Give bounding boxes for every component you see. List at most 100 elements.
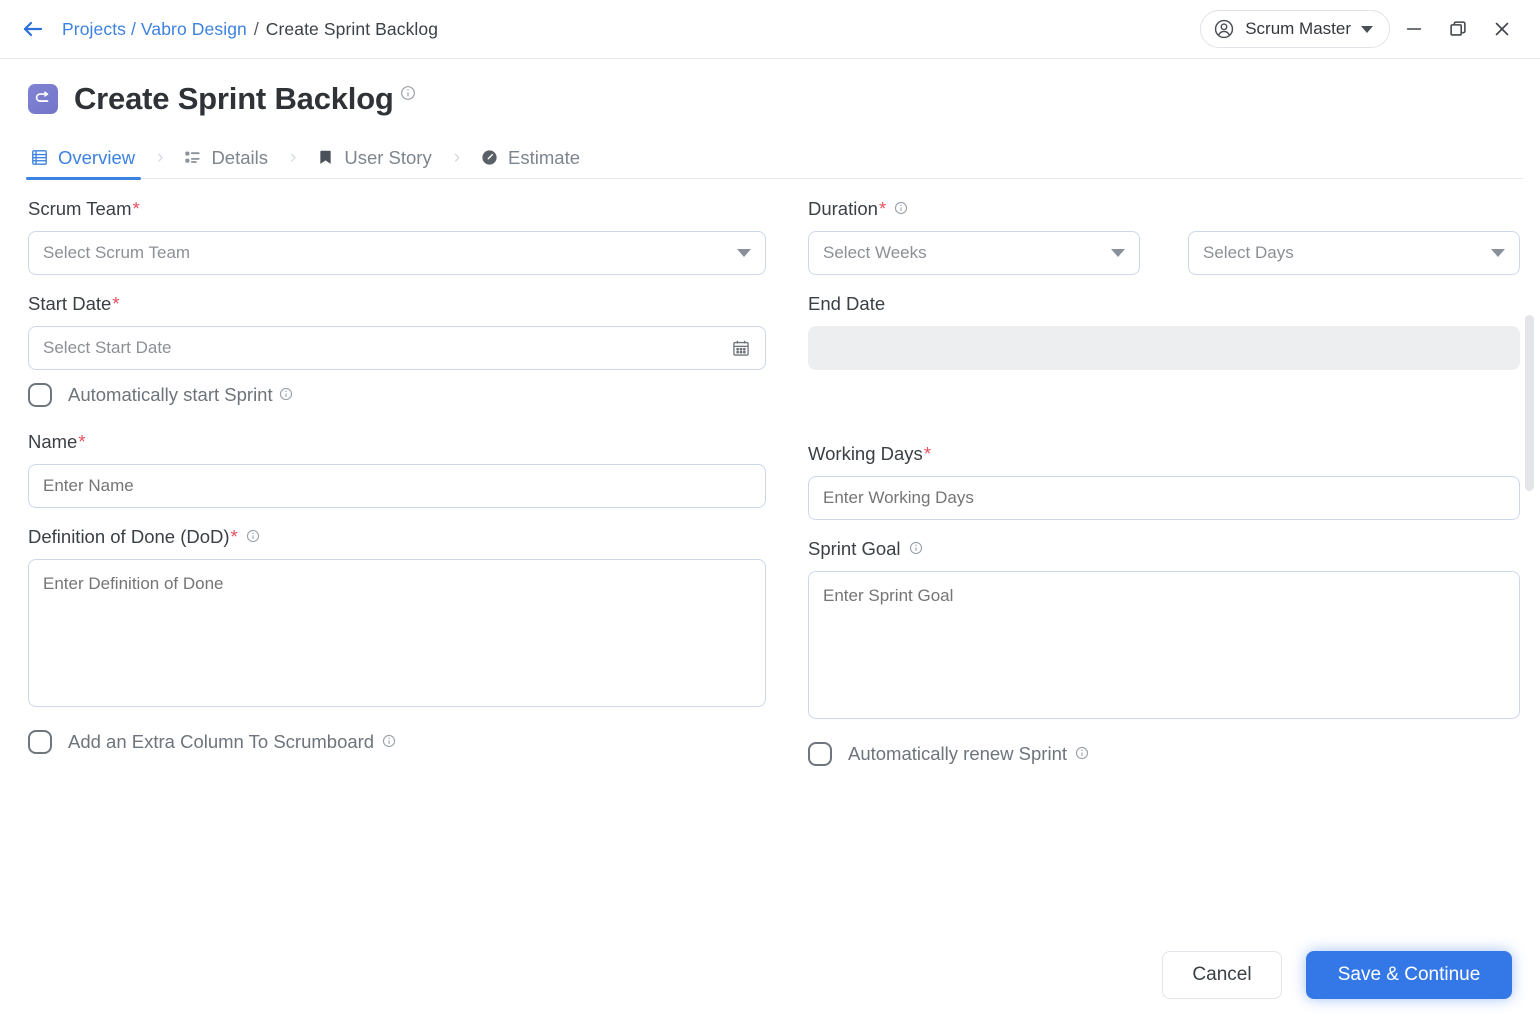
restore-icon bbox=[1450, 21, 1466, 36]
required-asterisk: * bbox=[230, 526, 238, 547]
tab-separator-3: › bbox=[453, 146, 461, 168]
end-date-input bbox=[808, 326, 1520, 370]
close-icon bbox=[1495, 22, 1509, 36]
back-button[interactable] bbox=[16, 12, 50, 46]
info-icon[interactable] bbox=[894, 198, 908, 220]
page-title: Create Sprint Backlog bbox=[74, 81, 394, 116]
breadcrumb-projects[interactable]: Projects bbox=[62, 19, 126, 39]
duration-weeks-placeholder: Select Weeks bbox=[823, 243, 927, 262]
auto-start-sprint-row: Automatically start Sprint bbox=[28, 383, 766, 407]
bookmark-icon bbox=[320, 150, 331, 164]
user-name-label: Scrum Master bbox=[1245, 19, 1351, 38]
tab-separator-1: › bbox=[157, 146, 164, 168]
create-sprint-backlog-page: Projects / Vabro Design / Create Sprint … bbox=[0, 0, 1540, 1021]
user-menu-button[interactable]: Scrum Master bbox=[1200, 10, 1390, 48]
field-name: Name * bbox=[28, 431, 766, 508]
tab-overview[interactable]: Overview bbox=[25, 137, 142, 180]
breadcrumb: Projects / Vabro Design / Create Sprint … bbox=[62, 19, 438, 40]
start-date-label: Start Date * bbox=[28, 293, 120, 314]
user-circle-icon bbox=[1215, 19, 1234, 39]
tab-user-story[interactable]: User Story bbox=[314, 137, 435, 179]
auto-start-sprint-label: Automatically start Sprint bbox=[68, 384, 293, 406]
start-date-input[interactable]: Select Start Date bbox=[28, 326, 766, 370]
details-list-icon bbox=[185, 151, 201, 163]
tab-estimate-label: Estimate bbox=[508, 146, 581, 168]
auto-renew-row: Automatically renew Sprint bbox=[808, 742, 1520, 766]
page-title-row: Create Sprint Backlog bbox=[0, 59, 1540, 117]
scrum-team-placeholder: Select Scrum Team bbox=[43, 243, 191, 262]
working-days-input[interactable] bbox=[808, 476, 1520, 520]
auto-renew-sprint-label: Automatically renew Sprint bbox=[848, 743, 1089, 765]
required-asterisk: * bbox=[132, 198, 140, 219]
breadcrumb-current: Create Sprint Backlog bbox=[265, 18, 439, 39]
form-column-right: Duration * Select Weeks Select Days End … bbox=[798, 198, 1520, 784]
tab-details[interactable]: Details bbox=[181, 137, 272, 179]
list-view-icon bbox=[32, 150, 47, 165]
duration-days-placeholder: Select Days bbox=[1203, 243, 1294, 262]
field-scrum-team: Scrum Team * Select Scrum Team bbox=[28, 198, 766, 275]
field-start-date: Start Date * Select Start Date Automatic… bbox=[28, 293, 766, 407]
duration-days-select[interactable]: Select Days bbox=[1188, 231, 1520, 275]
info-icon[interactable] bbox=[382, 731, 396, 753]
working-days-label: Working Days * bbox=[808, 443, 932, 464]
scrum-team-select[interactable]: Select Scrum Team bbox=[28, 231, 766, 275]
info-icon[interactable] bbox=[1075, 743, 1089, 765]
auto-renew-sprint-checkbox[interactable] bbox=[808, 742, 832, 766]
field-sprint-goal: Sprint Goal Automatically renew Sprint bbox=[808, 538, 1520, 766]
form-column-left: Scrum Team * Select Scrum Team Start Dat… bbox=[28, 198, 798, 784]
chevron-down-icon bbox=[737, 249, 751, 257]
info-icon[interactable] bbox=[909, 538, 923, 560]
wizard-tabs: Overview › Details › User Story › Estima… bbox=[25, 137, 1524, 180]
name-input[interactable] bbox=[28, 464, 766, 508]
dod-label: Definition of Done (DoD) * bbox=[28, 526, 766, 548]
breadcrumb-sep-1: / bbox=[130, 18, 136, 39]
extra-column-checkbox[interactable] bbox=[28, 730, 52, 754]
tab-details-label: Details bbox=[211, 146, 268, 168]
auto-start-sprint-checkbox[interactable] bbox=[28, 383, 52, 407]
sprint-form: Scrum Team * Select Scrum Team Start Dat… bbox=[0, 178, 1540, 1021]
field-working-days: Working Days * bbox=[808, 443, 1520, 520]
minimize-button[interactable] bbox=[1394, 9, 1434, 49]
save-and-continue-button[interactable]: Save & Continue bbox=[1306, 951, 1512, 999]
name-label: Name * bbox=[28, 431, 86, 452]
form-footer: Cancel Save & Continue bbox=[1162, 951, 1512, 999]
close-button[interactable] bbox=[1482, 9, 1522, 49]
restore-button[interactable] bbox=[1438, 9, 1478, 49]
field-dod: Definition of Done (DoD) * Add an Extra … bbox=[28, 526, 766, 754]
sprint-backlog-icon bbox=[28, 84, 58, 114]
clock-icon bbox=[482, 150, 497, 165]
tab-user-story-label: User Story bbox=[344, 146, 432, 168]
chevron-down-icon bbox=[1111, 249, 1125, 257]
required-asterisk: * bbox=[923, 443, 932, 464]
extra-column-label: Add an Extra Column To Scrumboard bbox=[68, 731, 396, 753]
info-icon[interactable] bbox=[246, 526, 260, 548]
calendar-icon[interactable] bbox=[731, 338, 751, 358]
extra-column-row: Add an Extra Column To Scrumboard bbox=[28, 730, 766, 754]
breadcrumb-project[interactable]: Vabro Design bbox=[141, 19, 247, 39]
titlebar-right: Scrum Master bbox=[1200, 9, 1522, 49]
required-asterisk: * bbox=[78, 431, 86, 452]
required-asterisk: * bbox=[112, 293, 120, 314]
sprint-goal-label: Sprint Goal bbox=[808, 538, 1520, 560]
tab-separator-2: › bbox=[290, 146, 297, 168]
chevron-down-icon bbox=[1361, 25, 1373, 33]
end-date-label: End Date bbox=[808, 293, 886, 314]
scrum-team-label: Scrum Team * bbox=[28, 198, 140, 219]
tab-estimate[interactable]: Estimate bbox=[478, 137, 584, 179]
page-title-info-icon[interactable] bbox=[400, 85, 416, 106]
titlebar: Projects / Vabro Design / Create Sprint … bbox=[0, 0, 1540, 59]
cancel-button[interactable]: Cancel bbox=[1162, 951, 1282, 999]
dod-textarea[interactable] bbox=[28, 559, 766, 707]
field-duration: Duration * Select Weeks Select Days bbox=[808, 198, 1520, 275]
breadcrumb-sep-2: / bbox=[253, 18, 259, 39]
tab-overview-label: Overview bbox=[58, 146, 136, 168]
info-icon[interactable] bbox=[279, 384, 293, 406]
minimize-icon bbox=[1406, 28, 1422, 30]
sprint-goal-textarea[interactable] bbox=[808, 571, 1520, 719]
duration-weeks-select[interactable]: Select Weeks bbox=[808, 231, 1140, 275]
chevron-down-icon bbox=[1491, 249, 1505, 257]
duration-label: Duration * bbox=[808, 198, 1520, 220]
arrow-left-icon bbox=[23, 21, 43, 37]
vertical-scrollbar-thumb[interactable] bbox=[1525, 315, 1534, 491]
duration-selects: Select Weeks Select Days bbox=[808, 231, 1520, 275]
